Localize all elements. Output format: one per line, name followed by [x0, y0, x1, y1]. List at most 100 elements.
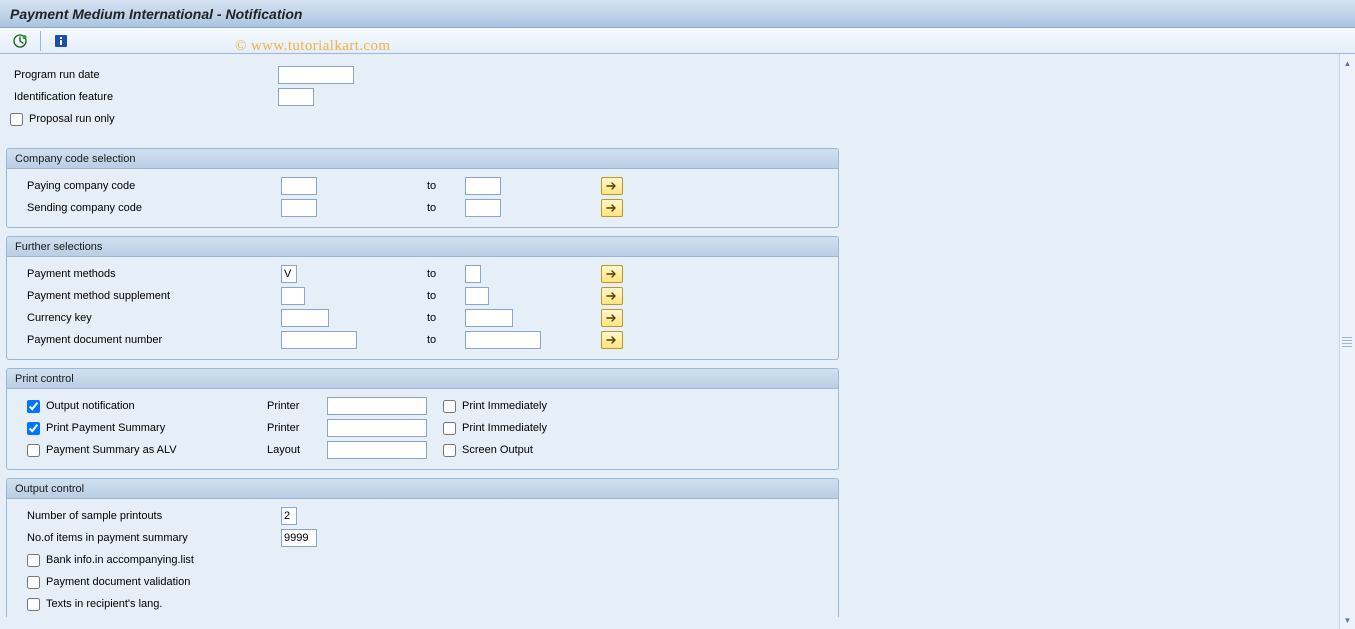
payment-doc-validation-checkbox-label[interactable]: Payment document validation — [27, 576, 190, 589]
program-run-date-label: Program run date — [10, 69, 278, 81]
payment-method-supplement-to-input[interactable] — [465, 287, 489, 305]
to-label: to — [427, 180, 465, 192]
screen-output-text: Screen Output — [462, 444, 533, 456]
print-immediately-2-text: Print Immediately — [462, 422, 547, 434]
texts-lang-checkbox-label[interactable]: Texts in recipient's lang. — [27, 598, 162, 611]
paying-company-multi-button[interactable] — [601, 177, 623, 195]
bank-info-checkbox-label[interactable]: Bank info.in accompanying.list — [27, 554, 194, 567]
number-samples-label: Number of sample printouts — [13, 510, 281, 522]
print-immediately-1-checkbox[interactable] — [443, 400, 456, 413]
group-further-selections: Further selections Payment methods to Pa… — [6, 236, 839, 360]
output-notification-checkbox-label[interactable]: Output notification — [27, 400, 267, 413]
payment-methods-from-input[interactable] — [281, 265, 297, 283]
toolbar-separator — [40, 31, 41, 51]
vertical-scrollbar[interactable]: ▲ ▼ — [1339, 54, 1355, 629]
proposal-run-checkbox-label[interactable]: Proposal run only — [10, 113, 115, 126]
paying-company-code-from-input[interactable] — [281, 177, 317, 195]
info-button[interactable] — [51, 31, 71, 51]
group-output-header: Output control — [7, 479, 838, 499]
items-summary-input[interactable] — [281, 529, 317, 547]
content-area: Program run date Identification feature … — [0, 54, 1339, 629]
proposal-run-text: Proposal run only — [29, 113, 115, 125]
arrow-right-icon — [606, 313, 618, 323]
sending-company-multi-button[interactable] — [601, 199, 623, 217]
payment-methods-multi-button[interactable] — [601, 265, 623, 283]
print-payment-summary-text: Print Payment Summary — [46, 422, 165, 434]
printer-label-1: Printer — [267, 400, 327, 412]
payment-document-number-label: Payment document number — [13, 334, 281, 346]
sending-company-code-to-input[interactable] — [465, 199, 501, 217]
print-payment-summary-checkbox-label[interactable]: Print Payment Summary — [27, 422, 267, 435]
print-immediately-1-label[interactable]: Print Immediately — [443, 400, 547, 413]
payment-method-supplement-multi-button[interactable] — [601, 287, 623, 305]
payment-document-number-multi-button[interactable] — [601, 331, 623, 349]
proposal-run-checkbox[interactable] — [10, 113, 23, 126]
payment-document-number-from-input[interactable] — [281, 331, 357, 349]
payment-methods-to-input[interactable] — [465, 265, 481, 283]
to-label: to — [427, 334, 465, 346]
bank-info-checkbox[interactable] — [27, 554, 40, 567]
execute-button[interactable] — [10, 31, 30, 51]
to-label: to — [427, 290, 465, 302]
printer-1-input[interactable] — [327, 397, 427, 415]
payment-method-supplement-label: Payment method supplement — [13, 290, 281, 302]
texts-lang-text: Texts in recipient's lang. — [46, 598, 162, 610]
print-immediately-2-label[interactable]: Print Immediately — [443, 422, 547, 435]
group-company-code: Company code selection Paying company co… — [6, 148, 839, 228]
scroll-up-icon[interactable]: ▲ — [1341, 56, 1355, 70]
output-notification-checkbox[interactable] — [27, 400, 40, 413]
output-notification-text: Output notification — [46, 400, 135, 412]
arrow-right-icon — [606, 269, 618, 279]
scrollbar-grip-icon — [1342, 327, 1352, 357]
screen-output-checkbox[interactable] — [443, 444, 456, 457]
payment-summary-alv-text: Payment Summary as ALV — [46, 444, 177, 456]
group-company-code-header: Company code selection — [7, 149, 838, 169]
payment-methods-label: Payment methods — [13, 268, 281, 280]
layout-input[interactable] — [327, 441, 427, 459]
print-payment-summary-checkbox[interactable] — [27, 422, 40, 435]
payment-document-number-to-input[interactable] — [465, 331, 541, 349]
number-samples-input[interactable] — [281, 507, 297, 525]
arrow-right-icon — [606, 181, 618, 191]
toolbar — [0, 28, 1355, 54]
execute-clock-icon — [13, 34, 27, 48]
screen-output-checkbox-label[interactable]: Screen Output — [443, 444, 533, 457]
sending-company-code-from-input[interactable] — [281, 199, 317, 217]
identification-input[interactable] — [278, 88, 314, 106]
print-immediately-1-text: Print Immediately — [462, 400, 547, 412]
paying-company-code-label: Paying company code — [13, 180, 281, 192]
payment-doc-validation-text: Payment document validation — [46, 576, 190, 588]
top-fields: Program run date Identification feature … — [6, 60, 1333, 140]
printer-2-input[interactable] — [327, 419, 427, 437]
group-print-control: Print control Output notification Printe… — [6, 368, 839, 470]
payment-summary-alv-checkbox[interactable] — [27, 444, 40, 457]
bank-info-text: Bank info.in accompanying.list — [46, 554, 194, 566]
title-bar: Payment Medium International - Notificat… — [0, 0, 1355, 28]
texts-lang-checkbox[interactable] — [27, 598, 40, 611]
currency-key-from-input[interactable] — [281, 309, 329, 327]
scroll-down-icon[interactable]: ▼ — [1341, 613, 1355, 627]
arrow-right-icon — [606, 203, 618, 213]
currency-key-label: Currency key — [13, 312, 281, 324]
payment-doc-validation-checkbox[interactable] — [27, 576, 40, 589]
arrow-right-icon — [606, 335, 618, 345]
to-label: to — [427, 268, 465, 280]
arrow-right-icon — [606, 291, 618, 301]
to-label: to — [427, 312, 465, 324]
currency-key-to-input[interactable] — [465, 309, 513, 327]
printer-label-2: Printer — [267, 422, 327, 434]
program-run-date-input[interactable] — [278, 66, 354, 84]
group-output-control: Output control Number of sample printout… — [6, 478, 839, 617]
page-title: Payment Medium International - Notificat… — [10, 6, 302, 22]
info-icon — [54, 34, 68, 48]
group-further-header: Further selections — [7, 237, 838, 257]
sending-company-code-label: Sending company code — [13, 202, 281, 214]
payment-summary-alv-checkbox-label[interactable]: Payment Summary as ALV — [27, 444, 267, 457]
to-label: to — [427, 202, 465, 214]
payment-method-supplement-from-input[interactable] — [281, 287, 305, 305]
currency-key-multi-button[interactable] — [601, 309, 623, 327]
print-immediately-2-checkbox[interactable] — [443, 422, 456, 435]
group-print-header: Print control — [7, 369, 838, 389]
paying-company-code-to-input[interactable] — [465, 177, 501, 195]
items-summary-label: No.of items in payment summary — [13, 532, 281, 544]
